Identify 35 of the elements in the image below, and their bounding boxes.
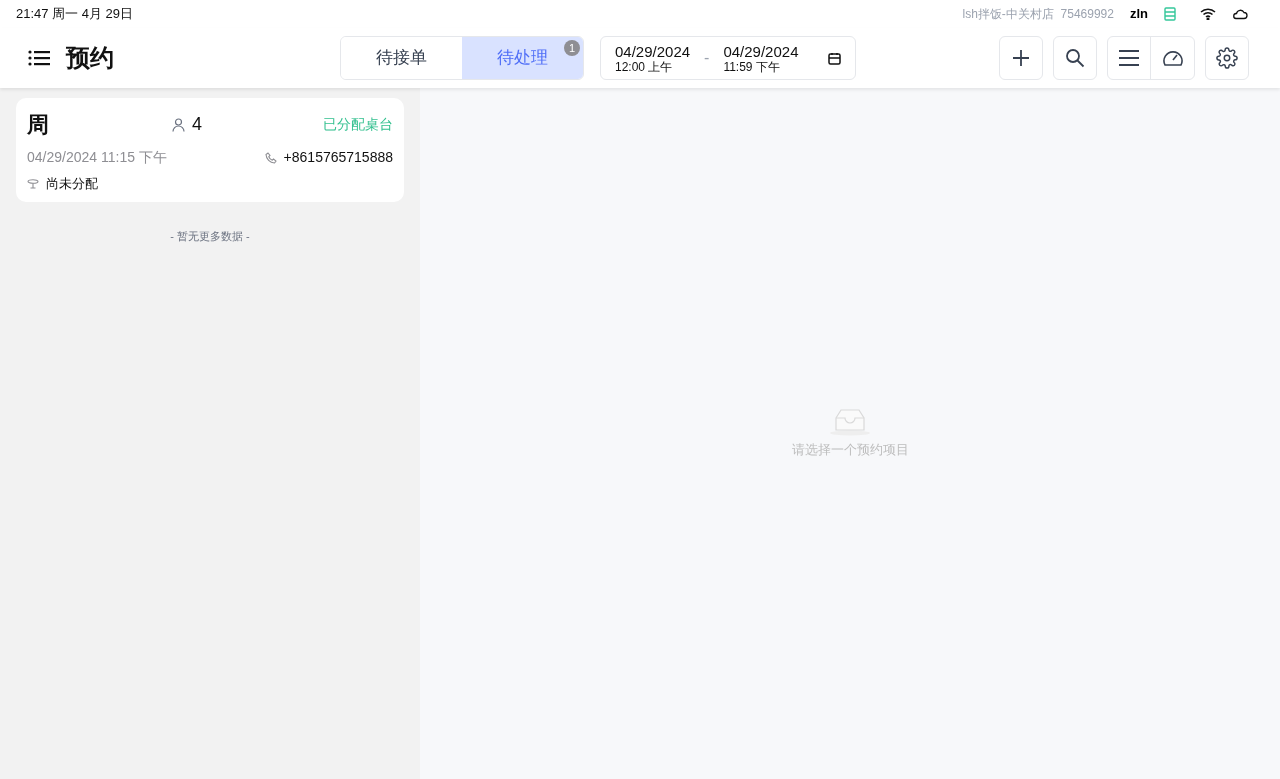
list-end-text: - 暂无更多数据 -: [170, 228, 250, 244]
end-time: 11:59 下午: [723, 60, 781, 73]
reservation-time: 04/29/2024 11:15 下午: [27, 148, 167, 167]
reservation-status: 已分配桌台: [323, 115, 393, 134]
phone-icon: [264, 151, 277, 164]
guest-name: 周: [27, 111, 50, 139]
reservation-card[interactable]: 周 4 已分配桌台 04/29/2024 11:15 下午 +8615765715888 尚未分配: [16, 98, 404, 202]
add-button[interactable]: [999, 36, 1043, 80]
range-separator: -: [704, 48, 710, 68]
plus-icon: [1011, 48, 1031, 68]
search-icon: [1065, 48, 1085, 68]
count-badge: 1: [564, 40, 580, 56]
wifi-icon: [1200, 8, 1216, 20]
server-icon: [1164, 7, 1176, 21]
party-size: 4: [192, 113, 202, 136]
cloud-icon: [1232, 8, 1248, 20]
table-icon: [27, 178, 39, 189]
phone-number: +8615765715888: [283, 148, 393, 167]
person-icon: [172, 117, 185, 132]
menu-icon[interactable]: [28, 50, 50, 66]
status-time: 21:47 周一 4月 29日: [16, 5, 134, 24]
empty-inbox-icon: [828, 407, 872, 436]
calendar-icon[interactable]: [828, 51, 841, 65]
store-name: lsh拌饭-中关村店 75469992: [962, 6, 1114, 23]
page-title: 预约: [66, 43, 114, 73]
start-time: 12:00 上午: [615, 60, 674, 73]
start-date: 04/29/2024: [615, 43, 691, 59]
search-button[interactable]: [1053, 36, 1097, 80]
end-date: 04/29/2024: [723, 43, 799, 59]
table-assignment: 尚未分配: [46, 175, 98, 193]
list-icon: [1118, 49, 1140, 67]
user-name: zln: [1129, 5, 1148, 24]
gauge-icon: [1161, 48, 1184, 68]
settings-button[interactable]: [1205, 36, 1249, 80]
settings-icon: [1216, 47, 1238, 69]
